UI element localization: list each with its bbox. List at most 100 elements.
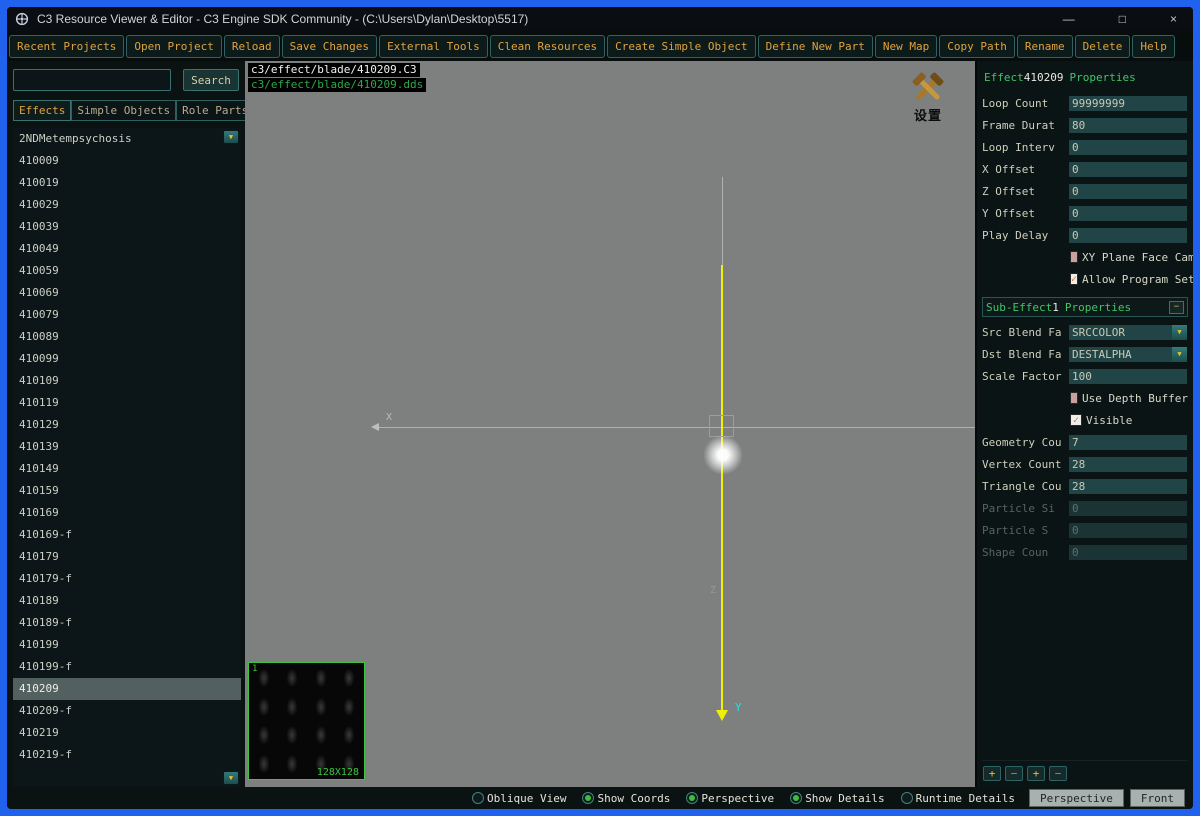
list-item[interactable]: 410039	[13, 216, 241, 238]
list-item[interactable]: 410089	[13, 326, 241, 348]
property-value-field[interactable]: 99999999	[1068, 95, 1188, 112]
view-option-radio[interactable]: Perspective	[686, 792, 774, 805]
radio-icon[interactable]	[686, 792, 698, 804]
search-button[interactable]: Search	[183, 69, 239, 91]
list-item[interactable]: 410129	[13, 414, 241, 436]
list-item[interactable]: 410109	[13, 370, 241, 392]
view-option-radio[interactable]: Show Details	[790, 792, 884, 805]
property-value-field[interactable]: 80	[1068, 117, 1188, 134]
toolbar-button[interactable]: New Map	[875, 35, 937, 58]
view-option-radio[interactable]: Oblique View	[472, 792, 566, 805]
viewport-3d[interactable]: c3/effect/blade/410209.C3 c3/effect/blad…	[245, 61, 975, 787]
list-item[interactable]: 410009	[13, 150, 241, 172]
list-item[interactable]: 410049	[13, 238, 241, 260]
radio-icon[interactable]	[472, 792, 484, 804]
toolbar-button[interactable]: Clean Resources	[490, 35, 605, 58]
app-icon[interactable]	[15, 12, 29, 26]
toolbar-button[interactable]: Recent Projects	[9, 35, 124, 58]
list-scroll-down-icon[interactable]: ▼	[223, 771, 239, 785]
toolbar-button[interactable]: Open Project	[126, 35, 221, 58]
list-item[interactable]: 410019	[13, 172, 241, 194]
sidebar-tab[interactable]: Simple Objects	[71, 100, 176, 121]
radio-icon[interactable]	[790, 792, 802, 804]
checkbox-row[interactable]: ✓ XY Plane Face Cam	[1070, 246, 1188, 268]
property-label: Triangle Cou	[982, 480, 1068, 493]
dropdown-field[interactable]: SRCCOLOR▼	[1068, 324, 1188, 341]
list-item[interactable]: 410169-f	[13, 524, 241, 546]
checkbox-row[interactable]: ✓ Use Depth Buffer	[1070, 387, 1188, 409]
close-button[interactable]: ×	[1170, 12, 1177, 26]
list-item[interactable]: 410149	[13, 458, 241, 480]
list-item[interactable]: 2NDMetempsychosis	[13, 128, 241, 150]
resource-path-c3: c3/effect/blade/410209.C3	[248, 63, 420, 77]
maximize-button[interactable]: □	[1119, 12, 1126, 26]
list-item[interactable]: 410029	[13, 194, 241, 216]
toolbar-button[interactable]: Create Simple Object	[607, 35, 755, 58]
view-mode-button[interactable]: Perspective	[1029, 789, 1124, 807]
checkbox-icon[interactable]: ✓	[1070, 414, 1082, 426]
list-item[interactable]: 410059	[13, 260, 241, 282]
view-option-radio[interactable]: Show Coords	[582, 792, 670, 805]
radio-icon[interactable]	[901, 792, 913, 804]
list-item[interactable]: 410159	[13, 480, 241, 502]
texture-preview-panel[interactable]: 1 128X128	[248, 662, 365, 780]
list-item[interactable]: 410079	[13, 304, 241, 326]
toolbar-button[interactable]: Save Changes	[282, 35, 377, 58]
list-scroll-up-icon[interactable]: ▼	[223, 130, 239, 144]
property-label: Geometry Cou	[982, 436, 1068, 449]
list-item[interactable]: 410179-f	[13, 568, 241, 590]
subeffect-add-remove-button[interactable]: −	[1049, 766, 1067, 781]
minimize-button[interactable]: —	[1063, 12, 1075, 26]
list-item[interactable]: 410139	[13, 436, 241, 458]
toolbar-button[interactable]: Help	[1132, 35, 1175, 58]
property-value-field[interactable]: 0	[1068, 161, 1188, 178]
dropdown-field[interactable]: DESTALPHA▼	[1068, 346, 1188, 363]
toolbar-button[interactable]: Define New Part	[758, 35, 873, 58]
radio-icon[interactable]	[582, 792, 594, 804]
view-option-radio[interactable]: Runtime Details	[901, 792, 1015, 805]
checkbox-icon[interactable]: ✓	[1070, 273, 1078, 285]
list-item[interactable]: 410189-f	[13, 612, 241, 634]
toolbar-button[interactable]: Copy Path	[939, 35, 1015, 58]
subeffect-add-remove-button[interactable]: −	[1005, 766, 1023, 781]
chevron-down-icon[interactable]: ▼	[1172, 347, 1187, 362]
chevron-down-icon[interactable]: ▼	[1172, 325, 1187, 340]
list-item[interactable]: 410069	[13, 282, 241, 304]
toolbar-button[interactable]: External Tools	[379, 35, 488, 58]
property-value-field[interactable]: 0	[1068, 183, 1188, 200]
collapse-subeffect-button[interactable]: −	[1169, 301, 1184, 314]
list-item[interactable]: 410199-f	[13, 656, 241, 678]
title-bar[interactable]: C3 Resource Viewer & Editor - C3 Engine …	[7, 7, 1193, 31]
property-value-field[interactable]: 28	[1068, 456, 1188, 473]
list-item[interactable]: 410169	[13, 502, 241, 524]
property-value-field[interactable]: 7	[1068, 434, 1188, 451]
checkbox-icon[interactable]: ✓	[1070, 251, 1078, 263]
list-item[interactable]: 410209-f	[13, 700, 241, 722]
sidebar-tab[interactable]: Role Parts	[176, 100, 254, 121]
property-value-field[interactable]: 0	[1068, 227, 1188, 244]
sidebar-tab[interactable]: Effects	[13, 100, 71, 121]
subeffect-add-remove-button[interactable]: +	[983, 766, 1001, 781]
property-value-field[interactable]: 0	[1068, 139, 1188, 156]
settings-tool-icon[interactable]: 设置	[905, 72, 951, 124]
list-item[interactable]: 410219	[13, 722, 241, 744]
list-item[interactable]: 410099	[13, 348, 241, 370]
toolbar-button[interactable]: Reload	[224, 35, 280, 58]
list-item[interactable]: 410199	[13, 634, 241, 656]
toolbar-button[interactable]: Rename	[1017, 35, 1073, 58]
list-item[interactable]: 410219-f	[13, 744, 241, 766]
list-item[interactable]: 410209	[13, 678, 241, 700]
subeffect-add-remove-button[interactable]: +	[1027, 766, 1045, 781]
checkbox-row[interactable]: ✓ Allow Program Set	[1070, 268, 1188, 290]
checkbox-row[interactable]: ✓ Visible	[1070, 409, 1188, 431]
list-item[interactable]: 410119	[13, 392, 241, 414]
view-mode-button[interactable]: Front	[1130, 789, 1185, 807]
scale-factor-field[interactable]: 100	[1068, 368, 1188, 385]
list-item[interactable]: 410179	[13, 546, 241, 568]
toolbar-button[interactable]: Delete	[1075, 35, 1131, 58]
property-value-field[interactable]: 0	[1068, 205, 1188, 222]
checkbox-icon[interactable]: ✓	[1070, 392, 1078, 404]
search-input[interactable]	[13, 69, 171, 91]
list-item[interactable]: 410189	[13, 590, 241, 612]
property-value-field[interactable]: 28	[1068, 478, 1188, 495]
